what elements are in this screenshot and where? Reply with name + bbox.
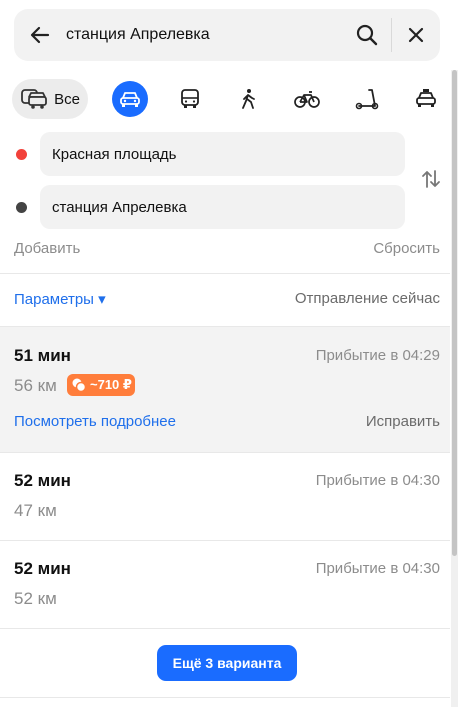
route-arrival: Прибытие в 04:30	[315, 560, 440, 577]
route-option-1[interactable]: 51 мин Прибытие в 04:29 56 км ~710 ₽ Пос…	[0, 327, 450, 452]
add-point-button[interactable]: Добавить	[14, 240, 80, 257]
mode-all-label: Все	[54, 90, 80, 108]
scooter-icon	[355, 89, 379, 110]
bicycle-icon	[294, 91, 320, 108]
route-distance: 56 км	[14, 376, 57, 395]
fuel-cost-badge: ~710 ₽	[67, 374, 135, 396]
mode-car[interactable]	[112, 81, 148, 117]
more-options-button[interactable]: Ещё 3 варианта	[157, 645, 297, 681]
mode-bicycle[interactable]	[294, 79, 320, 119]
search-button[interactable]	[343, 9, 391, 61]
swap-button[interactable]	[420, 168, 442, 190]
all-modes-icon	[21, 89, 47, 109]
mode-walk[interactable]	[237, 79, 259, 119]
to-dot-icon	[16, 202, 27, 213]
route-option-2[interactable]: 52 мин Прибытие в 04:30 47 км	[0, 453, 450, 540]
taxi-icon	[416, 89, 436, 107]
params-dropdown[interactable]: Параметры ▾	[14, 291, 106, 308]
scrollbar-thumb[interactable]	[452, 70, 457, 556]
mode-taxi[interactable]	[414, 79, 438, 119]
route-duration: 51 мин	[14, 346, 71, 365]
departure-time[interactable]: Отправление сейчас	[295, 290, 440, 307]
from-dot-icon	[16, 149, 27, 160]
close-icon	[408, 27, 424, 43]
search-icon	[356, 24, 378, 46]
transport-modes: Все	[12, 79, 448, 119]
reset-button[interactable]: Сбросить	[373, 240, 440, 257]
route-option-3[interactable]: 52 мин Прибытие в 04:30 52 км	[0, 541, 450, 628]
route-duration: 52 мин	[14, 559, 71, 578]
from-field[interactable]: Красная площадь	[40, 132, 405, 176]
route-from-row: Красная площадь	[0, 132, 450, 176]
search-input[interactable]: станция Апрелевка	[66, 26, 343, 44]
walk-icon	[242, 89, 255, 109]
arrow-left-icon	[30, 26, 50, 44]
mode-all[interactable]: Все	[12, 79, 88, 119]
search-bar: станция Апрелевка	[14, 9, 440, 61]
route-distance: 47 км	[14, 501, 57, 520]
route-arrival: Прибытие в 04:29	[315, 347, 440, 364]
route-distance: 52 км	[14, 589, 57, 608]
route-actions: Добавить Сбросить	[14, 240, 440, 260]
route-to-row: станция Апрелевка	[0, 185, 450, 229]
params-row: Параметры ▾ Отправление сейчас	[14, 290, 440, 310]
divider	[0, 273, 450, 274]
view-details-link[interactable]: Посмотреть подробнее	[14, 413, 176, 430]
divider	[0, 697, 450, 698]
mode-bus[interactable]	[178, 79, 202, 119]
bus-icon	[181, 89, 199, 108]
route-duration: 52 мин	[14, 471, 71, 490]
scrollbar[interactable]	[451, 70, 458, 707]
swap-arrows-icon	[422, 170, 440, 188]
fuel-cost-value: ~710 ₽	[90, 377, 132, 392]
to-field[interactable]: станция Апрелевка	[40, 185, 405, 229]
mode-scooter[interactable]	[355, 79, 379, 119]
clear-button[interactable]	[392, 9, 440, 61]
back-button[interactable]	[14, 9, 66, 61]
fix-route-link[interactable]: Исправить	[366, 413, 440, 430]
car-icon	[120, 92, 140, 107]
coins-icon	[72, 378, 87, 393]
route-arrival: Прибытие в 04:30	[315, 472, 440, 489]
divider	[0, 628, 450, 629]
